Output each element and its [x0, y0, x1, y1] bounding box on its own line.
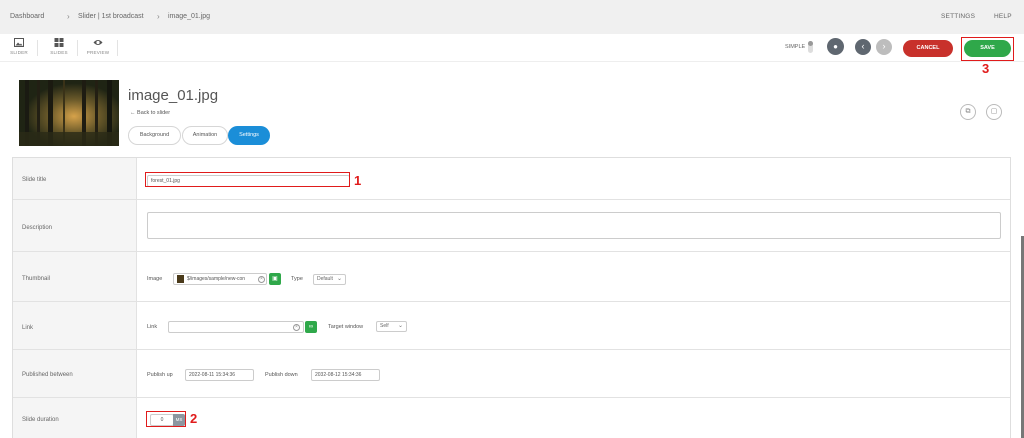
chevron-right-icon: › [157, 12, 160, 21]
back-to-slider-link[interactable]: ← Back to slider [130, 110, 170, 116]
publish-up-input[interactable]: 2022-08-11 15:34:36 [185, 369, 254, 381]
link-input[interactable] [168, 321, 304, 333]
image-preview-icon [177, 274, 184, 283]
delete-button[interactable]: ▢ [986, 104, 1002, 120]
description-textarea[interactable] [147, 212, 1001, 239]
arrow-left-icon: ← [130, 110, 136, 116]
chevron-right-icon: › [882, 41, 886, 51]
forest-image [19, 80, 119, 146]
trash-icon: ▢ [990, 108, 998, 115]
simple-mode-label: SIMPLE [785, 44, 806, 50]
image-icon: ▣ [272, 276, 278, 282]
link-label: Link [22, 325, 34, 331]
tool-slides-label: SLIDES [50, 50, 68, 55]
breadcrumb-current: image_01.jpg [168, 13, 211, 20]
previous-slide-button[interactable]: ‹ [855, 39, 871, 55]
annotation-number-3: 3 [982, 61, 990, 76]
chevron-right-icon: › [67, 12, 70, 21]
top-bar: Dashboard › Slider | 1st broadcast › ima… [0, 0, 1024, 34]
slide-duration-label: Slide duration [22, 417, 59, 423]
publish-up-label: Publish up [147, 372, 173, 378]
row-thumbnail: Thumbnail Image $/images/sample/new-con … [13, 252, 1010, 302]
settings-form: Slide title forest_01.jpg Description Th… [12, 157, 1011, 438]
tool-slider[interactable]: SLIDER [4, 38, 34, 55]
type-value: Default [317, 276, 333, 282]
thumbnail-label: Thumbnail [22, 276, 51, 282]
tool-slides[interactable]: SLIDES [44, 38, 74, 55]
help-link[interactable]: HELP [994, 13, 1012, 20]
image-path-value: $/images/sample/new-con [187, 276, 246, 282]
divider [77, 40, 78, 56]
type-label: Type [291, 276, 303, 282]
grid-icon [54, 38, 64, 47]
row-link: Link Link × ∞ Target window Self ⌄ [13, 302, 1010, 350]
row-published: Published between Publish up 2022-08-11 … [13, 350, 1010, 398]
annotation-box-1 [145, 172, 350, 187]
chevron-down-icon: ⌄ [336, 276, 342, 282]
breadcrumb-slider[interactable]: Slider | 1st broadcast [78, 13, 144, 20]
breadcrumb-dashboard[interactable]: Dashboard [10, 13, 44, 20]
slide-title-label: Slide title [22, 177, 47, 183]
copy-icon: ⧉ [965, 108, 971, 115]
image-path-input[interactable]: $/images/sample/new-con [173, 273, 267, 285]
next-slide-button[interactable]: › [876, 39, 892, 55]
tool-preview-label: PREVIEW [86, 50, 110, 55]
duplicate-button[interactable]: ⧉ [960, 104, 976, 120]
divider [117, 40, 118, 56]
annotation-number-2: 2 [190, 411, 198, 426]
link-field-label: Link [147, 324, 158, 330]
publish-down-input[interactable]: 2032-08-12 15:34:36 [311, 369, 380, 381]
annotation-number-1: 1 [354, 173, 362, 188]
chevron-down-icon: ⌄ [397, 323, 403, 329]
eye-icon [93, 40, 103, 45]
target-window-value: Self [380, 323, 389, 329]
page-title: image_01.jpg [128, 87, 219, 104]
published-between-label: Published between [22, 372, 73, 378]
tab-settings[interactable]: Settings [228, 126, 270, 145]
back-link-label: Back to slider [137, 110, 171, 116]
type-select[interactable]: Default ⌄ [313, 274, 346, 285]
select-link-button[interactable]: ∞ [305, 321, 317, 333]
simple-mode-toggle[interactable] [808, 41, 813, 53]
bell-icon: ● [833, 42, 838, 51]
annotation-box-2 [146, 411, 186, 427]
clear-icon[interactable]: × [293, 324, 300, 331]
image-label: Image [147, 276, 163, 282]
tool-preview[interactable]: PREVIEW [83, 38, 113, 55]
save-button[interactable]: SAVE [964, 40, 1011, 57]
notifications-button[interactable]: ● [827, 38, 844, 55]
cancel-button[interactable]: CANCEL [903, 40, 953, 57]
chevron-left-icon: ‹ [861, 41, 865, 51]
target-window-label: Target window [328, 324, 364, 330]
publish-down-label: Publish down [265, 372, 298, 378]
tool-slider-label: SLIDER [10, 50, 28, 55]
tab-background[interactable]: Background [128, 126, 181, 145]
divider [37, 40, 38, 56]
tab-animation[interactable]: Animation [182, 126, 228, 145]
clear-icon[interactable]: × [258, 276, 265, 283]
row-description: Description [13, 200, 1010, 252]
image-icon [14, 38, 24, 47]
select-image-button[interactable]: ▣ [269, 273, 281, 285]
link-icon: ∞ [308, 324, 314, 330]
slide-thumbnail [19, 80, 119, 146]
description-label: Description [22, 225, 53, 231]
settings-link[interactable]: SETTINGS [941, 13, 975, 20]
target-window-select[interactable]: Self ⌄ [376, 321, 407, 332]
